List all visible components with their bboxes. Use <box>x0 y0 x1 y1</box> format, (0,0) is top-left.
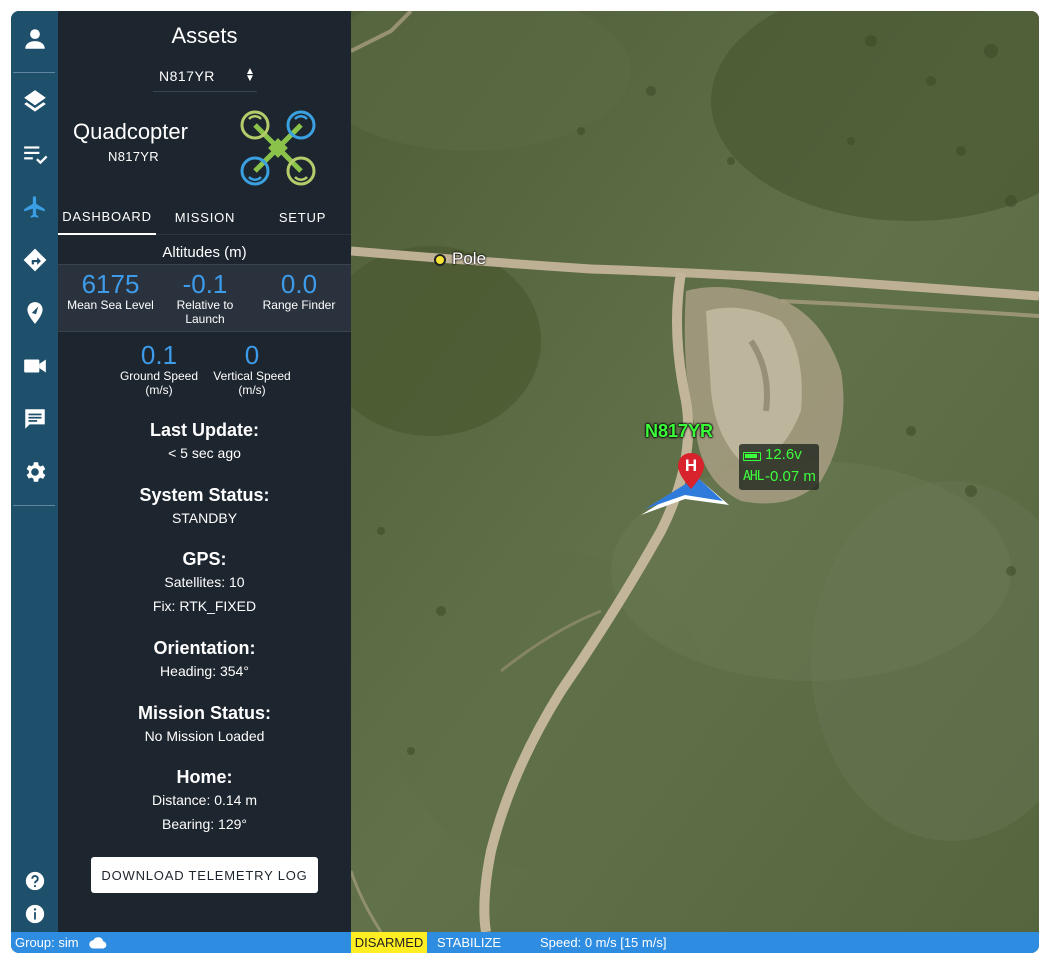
gps-satellites: Satellites: 10 <box>164 574 245 590</box>
vehicle-map-label: N817YR <box>645 421 714 441</box>
ahl-label: AHL <box>743 469 765 484</box>
poi-pole-label: Pole <box>452 249 487 268</box>
app-frame: Assets N817YR ▲ ▼ Quadcopter N817YR DASHB… <box>11 11 1039 953</box>
metric-msl: 6175 Mean Sea Level <box>58 270 163 312</box>
system-status-heading: System Status: <box>139 485 270 505</box>
system-status-value: STANDBY <box>171 510 238 526</box>
home-heading: Home: <box>176 767 233 787</box>
select-arrows-icon: ▲ ▼ <box>245 66 256 84</box>
msl-value: 6175 <box>81 269 140 299</box>
vertical-speed-value: 0 <box>244 340 260 370</box>
system-status-section: System Status: STANDBY <box>58 484 351 530</box>
nav-rail <box>11 11 58 932</box>
metric-relative: -0.1 Relative to Launch <box>157 270 253 326</box>
ground-speed-value: 0.1 <box>140 340 178 370</box>
settings-button[interactable] <box>11 449 58 495</box>
mission-status-value: No Mission Loaded <box>144 728 265 744</box>
battery-icon <box>743 452 761 461</box>
info-button[interactable] <box>11 891 58 937</box>
user-button[interactable] <box>11 16 58 62</box>
panel-title: Assets <box>171 23 238 48</box>
layers-icon <box>23 90 46 112</box>
status-bar: Group: sim DISARMED STABILIZE Speed: 0 m… <box>11 932 1039 953</box>
relative-label-1: Relative to <box>176 298 234 312</box>
download-telemetry-button[interactable]: DOWNLOAD TELEMETRY LOG <box>91 857 318 893</box>
directions-button[interactable] <box>11 237 58 283</box>
last-update-section: Last Update: < 5 sec ago <box>58 419 351 465</box>
home-distance: Distance: 0.14 m <box>151 792 258 808</box>
orientation-section: Orientation: Heading: 354° <box>58 637 351 683</box>
telemetry-tag: 12.6v AHL -0.07 m <box>739 444 819 490</box>
help-icon <box>25 871 44 891</box>
gps-heading: GPS: <box>182 549 227 569</box>
map-pin-icon <box>26 302 43 324</box>
last-update-heading: Last Update: <box>149 420 259 440</box>
location-button[interactable] <box>11 290 58 336</box>
last-update-value: < 5 sec ago <box>168 445 241 461</box>
metric-vertical-speed: 0 Vertical Speed (m/s) <box>204 341 300 397</box>
info-icon <box>25 904 44 924</box>
gps-section: GPS: Satellites: 10 Fix: RTK_FIXED <box>58 548 351 618</box>
flight-mode: STABILIZE <box>437 935 502 950</box>
relative-label-2: Launch <box>185 312 225 326</box>
chat-icon <box>24 409 45 429</box>
altitudes-title: Altitudes (m) <box>162 244 247 261</box>
directions-icon <box>23 248 46 272</box>
map-view[interactable]: Pole N817YR H 12.6v AHL -0.07 m <box>351 11 1039 932</box>
battery-voltage: 12.6v <box>765 446 802 463</box>
checklist-icon <box>23 146 47 165</box>
ground-speed-label-2: (m/s) <box>145 383 173 397</box>
home-bearing: Bearing: 129° <box>162 816 247 832</box>
tab-dashboard[interactable]: DASHBOARD <box>58 199 156 235</box>
vertical-speed-label-1: Vertical Speed <box>213 369 291 383</box>
tab-bar: DASHBOARD MISSION SETUP <box>58 199 351 235</box>
group-label: Group: sim <box>15 935 79 950</box>
mission-status-section: Mission Status: No Mission Loaded <box>58 702 351 748</box>
metric-range: 0.0 Range Finder <box>254 270 344 312</box>
assets-panel: Assets N817YR ▲ ▼ Quadcopter N817YR DASHB… <box>58 11 351 932</box>
tab-mission[interactable]: MISSION <box>156 199 254 235</box>
relative-value: -0.1 <box>182 269 228 299</box>
msl-label: Mean Sea Level <box>67 298 154 312</box>
layers-button[interactable] <box>11 78 58 124</box>
checklist-button[interactable] <box>11 131 58 177</box>
asset-select-value: N817YR <box>159 68 215 84</box>
speed-readout: Speed: 0 m/s [15 m/s] <box>540 935 667 950</box>
vehicle-type: Quadcopter <box>73 119 188 144</box>
chat-button[interactable] <box>11 396 58 442</box>
tab-setup[interactable]: SETUP <box>254 199 351 235</box>
vehicle-id: N817YR <box>108 149 159 164</box>
gear-icon <box>26 462 45 482</box>
range-value: 0.0 <box>280 269 318 299</box>
ground-speed-label-1: Ground Speed <box>119 369 199 383</box>
mission-status-heading: Mission Status: <box>137 703 271 723</box>
home-section: Home: Distance: 0.14 m Bearing: 129° <box>58 766 351 836</box>
range-label: Range Finder <box>262 298 336 312</box>
orientation-value: Heading: 354° <box>160 663 249 679</box>
armed-state-badge: DISARMED <box>351 932 427 953</box>
altitudes-band: 6175 Mean Sea Level -0.1 Relative to Lau… <box>58 264 351 332</box>
orientation-heading: Orientation: <box>153 638 256 658</box>
video-button[interactable] <box>11 343 58 389</box>
metric-ground-speed: 0.1 Ground Speed (m/s) <box>114 341 204 397</box>
asset-select[interactable]: N817YR ▲ ▼ <box>153 66 257 92</box>
vertical-speed-label-2: (m/s) <box>238 383 266 397</box>
vehicle-button[interactable] <box>11 184 58 230</box>
home-marker-label: H <box>684 456 698 475</box>
airplane-icon <box>23 196 45 218</box>
user-icon <box>24 29 45 49</box>
ahl-value: -0.07 m <box>765 468 816 485</box>
gps-fix: Fix: RTK_FIXED <box>152 598 257 614</box>
cloud-icon[interactable] <box>89 936 107 949</box>
video-icon <box>23 359 46 373</box>
quadcopter-icon <box>240 110 316 186</box>
poi-pole-marker[interactable] <box>434 254 446 266</box>
